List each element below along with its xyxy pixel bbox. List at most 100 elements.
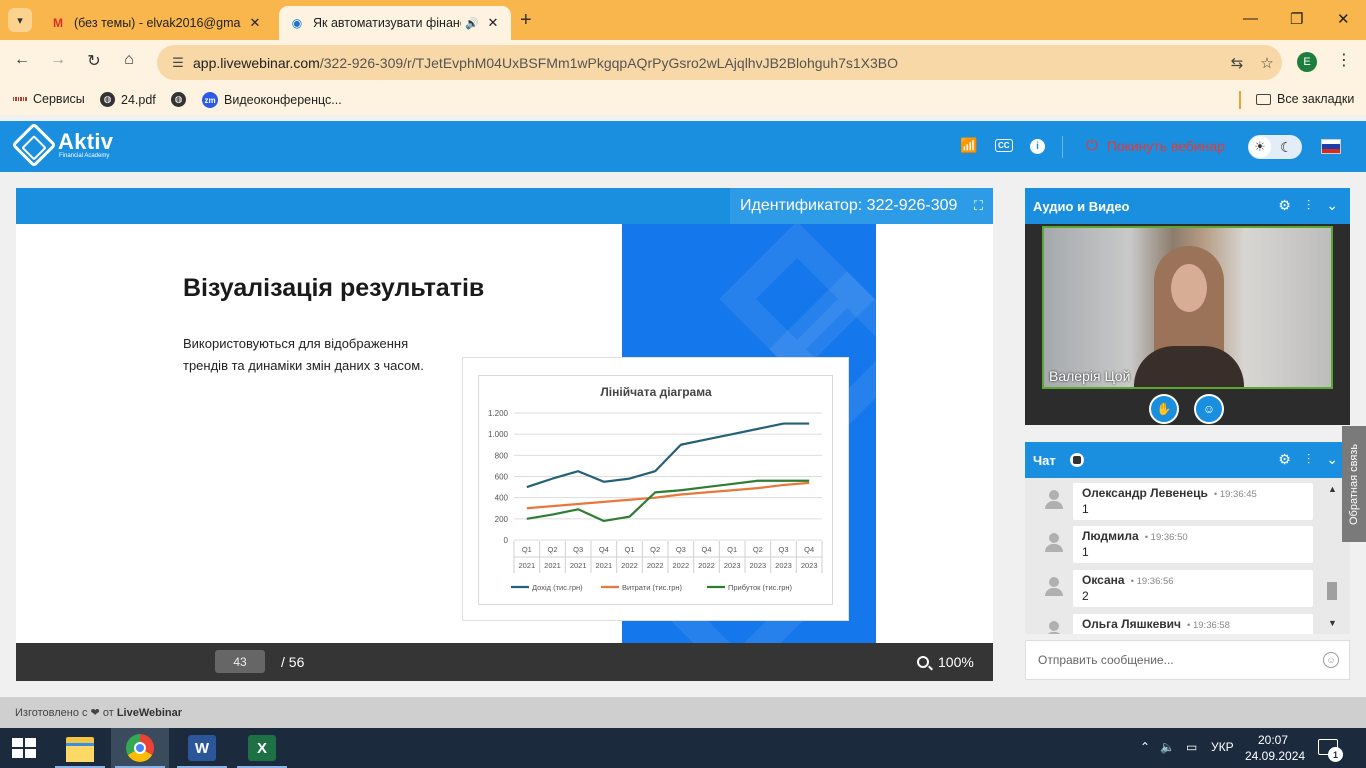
close-icon[interactable]: ✕ [247, 15, 263, 31]
slide-text: Використовуються для відображення тренді… [183, 336, 424, 373]
x-tick-label: Q3 [778, 545, 788, 554]
av-panel-header: Аудио и Видео ⚙ ⫶ ⌄ [1025, 188, 1350, 224]
chat-messages[interactable]: Олександр Левенець • 19:36:45 1 Людмила • … [1025, 478, 1350, 634]
back-button[interactable]: ← [10, 51, 34, 69]
livewebinar-link[interactable]: LiveWebinar [117, 707, 182, 719]
x-tick-label: Q2 [547, 545, 557, 554]
x-year-label: 2021 [544, 561, 561, 570]
x-year-label: 2023 [724, 561, 741, 570]
language-flag-icon[interactable] [1321, 139, 1341, 154]
page-total: / 56 [281, 654, 305, 670]
minimize-button[interactable]: — [1243, 10, 1258, 27]
tab-livewebinar[interactable]: ◉ Як автоматизувати фінансо 🔊 ✕ [279, 6, 511, 40]
user-avatar-icon [1045, 621, 1063, 634]
bookmark-zoom[interactable]: zm Видеоконференцс... [202, 92, 342, 108]
tab-search-button[interactable]: ▾ [8, 8, 32, 32]
theme-toggle[interactable]: ☀ ☾ [1248, 135, 1302, 159]
chart-title: Лінійчата діаграма [600, 385, 712, 399]
av-panel-body: Валерія Цой ✋ ☺ [1025, 224, 1350, 425]
x-tick-label: Q4 [701, 545, 711, 554]
word-button[interactable]: W [173, 728, 231, 768]
browser-menu-icon[interactable]: ⋮ [1336, 50, 1352, 70]
page-number-input[interactable]: 43 [215, 650, 265, 673]
apps-grid-icon [12, 92, 28, 106]
info-icon[interactable]: i [1030, 139, 1045, 154]
globe-icon: ◍ [171, 92, 186, 107]
leave-webinar-button[interactable]: ⏻ Покинуть вебинар [1086, 137, 1225, 154]
captions-icon[interactable]: CC [995, 139, 1013, 152]
scroll-up-icon[interactable]: ▲ [1328, 484, 1337, 494]
close-icon[interactable]: ✕ [485, 15, 501, 31]
pin-icon[interactable]: ⫶ [1307, 451, 1311, 468]
x-year-label: 2023 [801, 561, 818, 570]
x-year-label: 2023 [749, 561, 766, 570]
tab-gmail[interactable]: M (без темы) - elvak2016@gmail. ✕ [40, 6, 273, 40]
aktiv-logo[interactable]: Aktiv Financial Academy [11, 122, 113, 168]
user-avatar-icon [1045, 577, 1063, 596]
bookmark-24pdf[interactable]: ◍ 24.pdf [100, 92, 156, 107]
home-button[interactable]: ⌂ [117, 51, 141, 69]
gear-icon[interactable]: ⚙ [1278, 197, 1291, 214]
feedback-tab[interactable]: Обратная связь [1342, 426, 1366, 542]
series-line-2 [526, 481, 810, 510]
windows-start-icon[interactable] [12, 738, 36, 758]
profile-avatar[interactable]: E [1297, 52, 1317, 72]
new-tab-button[interactable]: + [520, 9, 532, 32]
y-tick-label: 0 [504, 536, 509, 545]
chat-input[interactable]: Отправить сообщение... ☺ [1025, 640, 1350, 680]
wifi-icon[interactable]: 📶 [960, 137, 977, 154]
all-bookmarks[interactable]: Все закладки [1256, 92, 1354, 106]
chat-message: Людмила • 19:36:50 1 [1073, 526, 1313, 563]
file-explorer-button[interactable] [51, 728, 109, 768]
bookmark-star-icon[interactable]: ☆ [1252, 54, 1282, 72]
x-tick-label: Q2 [753, 545, 763, 554]
chevron-down-icon[interactable]: ⌄ [1326, 451, 1338, 468]
gmail-icon: M [53, 16, 63, 30]
power-icon: ⏻ [1086, 137, 1098, 154]
bookmark-separator [1239, 91, 1241, 109]
logo-mark-icon [11, 122, 57, 168]
tray-chevron-icon[interactable]: ⌃ [1140, 740, 1150, 754]
chart-card: Лінійчата діаграма 0 200 400 600 800 1.000 1.20… [462, 357, 849, 621]
bookmark-services[interactable]: Сервисы [12, 92, 85, 106]
sun-icon: ☀ [1249, 136, 1271, 158]
y-tick-label: 200 [495, 515, 509, 524]
webinar-header: Aktiv Financial Academy 📶 CC i ⏻ Покинут… [0, 121, 1366, 172]
volume-icon[interactable]: 🔈 [1160, 740, 1175, 754]
scroll-thumb[interactable] [1327, 582, 1337, 600]
raise-hand-button[interactable]: ✋ [1149, 394, 1179, 424]
footer: Изготовлено с ❤ от LiveWebinar [0, 697, 1366, 728]
bookmark-globe[interactable]: ◍ [171, 92, 192, 107]
x-year-label: 2021 [518, 561, 535, 570]
zoom-control[interactable]: 100% [917, 654, 974, 670]
input-language[interactable]: УКР [1211, 740, 1234, 754]
translate-icon[interactable]: ⇆ [1222, 54, 1252, 72]
chrome-button[interactable] [111, 728, 169, 768]
word-icon: W [188, 735, 216, 761]
excel-button[interactable]: X [233, 728, 291, 768]
pin-icon[interactable]: ⫶ [1307, 197, 1311, 214]
forward-button[interactable]: → [46, 51, 70, 69]
speaker-figure [1134, 246, 1244, 387]
speaker-video[interactable]: Валерія Цой [1042, 226, 1333, 389]
restore-button[interactable]: ❐ [1290, 10, 1303, 28]
url-bar[interactable]: ☰ app.livewebinar.com/322-926-309/r/TJet… [157, 45, 1282, 80]
chevron-down-icon[interactable]: ⌄ [1326, 197, 1338, 214]
close-window-button[interactable]: ✕ [1337, 10, 1350, 28]
system-clock[interactable]: 20:07 24.09.2024 [1245, 732, 1305, 764]
chat-panel-header: Чат ⚙ ⫶ ⌄ [1025, 442, 1350, 478]
user-avatar-icon [1045, 490, 1063, 509]
scroll-down-icon[interactable]: ▼ [1328, 618, 1337, 628]
emoji-icon[interactable]: ☺ [1323, 652, 1339, 668]
speaker-icon[interactable]: 🔊 [465, 17, 479, 30]
gear-icon[interactable]: ⚙ [1278, 451, 1291, 468]
battery-icon[interactable]: ▭ [1186, 740, 1197, 754]
chat-scrollbar[interactable]: ▲ ▼ [1325, 482, 1341, 630]
fullscreen-icon[interactable]: ⛶ [974, 198, 983, 214]
x-tick-label: Q1 [522, 545, 532, 554]
site-info-icon[interactable]: ☰ [163, 55, 193, 71]
x-tick-label: Q4 [804, 545, 814, 554]
reaction-button[interactable]: ☺ [1194, 394, 1224, 424]
reload-button[interactable]: ↻ [82, 51, 106, 71]
url-text[interactable]: app.livewebinar.com/322-926-309/r/TJetEv… [193, 55, 1222, 71]
